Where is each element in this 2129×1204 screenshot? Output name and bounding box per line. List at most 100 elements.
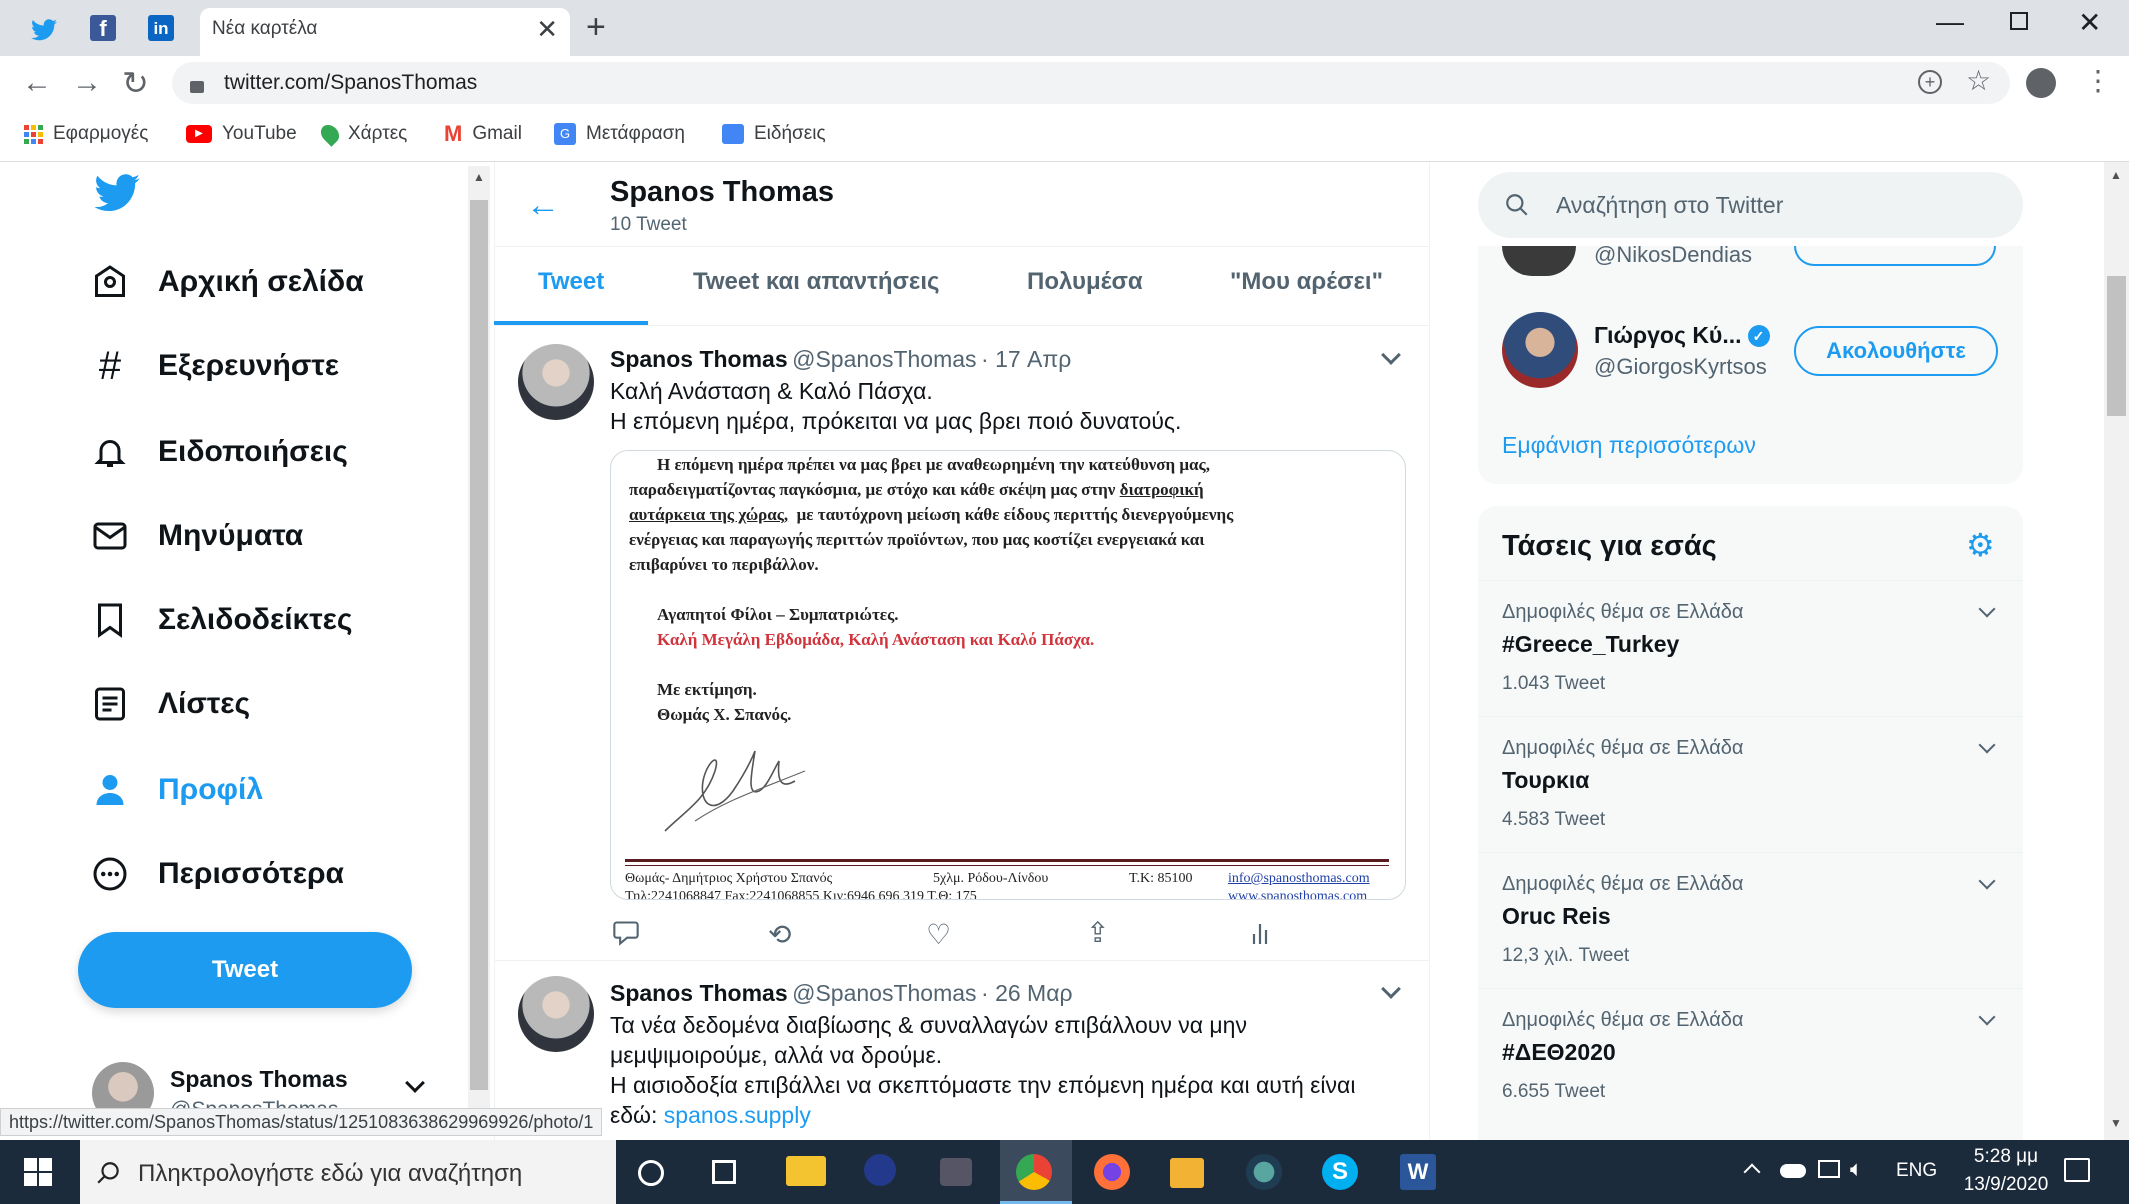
minimize-button[interactable]: —	[1936, 6, 1964, 38]
scroll-down-arrow-icon[interactable]: ▼	[2110, 1116, 2122, 1130]
follow-name[interactable]: Γιώργος Κύ... ✓	[1594, 322, 1770, 349]
reply-icon[interactable]	[612, 920, 640, 946]
skype-icon[interactable]: S	[1322, 1154, 1358, 1190]
share-icon[interactable]: ⇪	[1086, 916, 1109, 949]
back-button[interactable]: ←	[22, 66, 52, 100]
forward-button[interactable]: →	[72, 66, 102, 100]
follow-avatar[interactable]	[1502, 312, 1578, 388]
tweet-date[interactable]: · 17 Απρ	[981, 346, 1071, 372]
chevron-down-icon[interactable]	[1978, 600, 1996, 618]
volume-icon[interactable]: 🔈︎	[1850, 1156, 1863, 1182]
bookmark-maps[interactable]: Χάρτες	[317, 121, 407, 147]
reload-button[interactable]: ↻	[122, 64, 149, 102]
left-scrollbar[interactable]: ▲	[468, 166, 490, 1126]
app-dark-icon[interactable]	[940, 1158, 972, 1186]
trend-item[interactable]: Δημοφιλές θέμα σε Ελλάδα #ΔΕΘ2020 6.655 …	[1478, 988, 2023, 1124]
follow-button[interactable]	[1794, 246, 1996, 266]
nav-item-bookmarks[interactable]: Σελιδοδείκτες	[92, 594, 353, 646]
chrome-icon[interactable]	[1016, 1154, 1052, 1190]
scroll-thumb[interactable]	[2107, 276, 2126, 416]
trend-item[interactable]: Δημοφιλές θέμα σε Ελλάδα #Greece_Turkey …	[1478, 580, 2023, 716]
start-windows-icon[interactable]	[24, 1158, 52, 1186]
bookmark-translate[interactable]: G Μετάφραση	[554, 122, 685, 146]
chevron-down-icon[interactable]	[1978, 736, 1996, 754]
language-indicator[interactable]: ENG	[1896, 1160, 1937, 1182]
tweet-compose-button[interactable]: Tweet	[78, 932, 412, 1008]
scroll-up-arrow-icon[interactable]: ▲	[2110, 168, 2122, 182]
close-window-button[interactable]: ✕	[2078, 6, 2101, 39]
notification-center-icon[interactable]	[2064, 1158, 2090, 1182]
tweet-avatar[interactable]	[518, 976, 594, 1052]
back-arrow-icon[interactable]: ←	[526, 186, 560, 225]
analytics-icon[interactable]	[1250, 922, 1270, 944]
retweet-icon[interactable]: ⟲	[768, 918, 791, 951]
twitter-logo[interactable]	[94, 174, 140, 212]
task-view-icon[interactable]	[712, 1160, 736, 1184]
search-box[interactable]: Αναζήτηση στο Twitter	[1478, 172, 2023, 238]
install-icon[interactable]: +	[1918, 70, 1942, 94]
folder-app-icon[interactable]	[1170, 1158, 1204, 1188]
tweet-avatar[interactable]	[518, 344, 594, 420]
cortana-icon[interactable]	[638, 1160, 664, 1186]
active-tab[interactable]: Νέα καρτέλα ✕	[200, 8, 570, 56]
bookmark-apps[interactable]: Εφαρμογές	[24, 122, 148, 146]
close-tab-icon[interactable]: ✕	[536, 14, 558, 45]
nav-item-lists[interactable]: Λίστες	[92, 678, 250, 730]
nav-item-more[interactable]: Περισσότερα	[92, 848, 344, 900]
star-icon[interactable]: ☆	[1966, 64, 1991, 97]
network-icon[interactable]	[1818, 1160, 1840, 1178]
tweet-author-handle[interactable]: @SpanosThomas	[792, 980, 976, 1006]
taskbar-search-box[interactable]: Πληκτρολογήστε εδώ για αναζήτηση	[80, 1140, 616, 1204]
letter-footer-rule	[625, 859, 1389, 862]
pinned-tab-linkedin[interactable]: in	[148, 15, 174, 41]
settings-gear-icon[interactable]: ⚙	[1966, 526, 1995, 564]
chevron-down-icon[interactable]	[1978, 872, 1996, 890]
chevron-down-icon[interactable]	[1978, 1008, 1996, 1026]
nav-item-home[interactable]: Αρχική σελίδα	[92, 256, 364, 308]
profile-icon[interactable]	[2026, 68, 2056, 98]
tweet-date[interactable]: · 26 Μαρ	[981, 980, 1073, 1006]
nav-item-notifications[interactable]: Ειδοποιήσεις	[92, 426, 348, 478]
bookmarks-bar	[0, 110, 2129, 162]
new-tab-button[interactable]: +	[586, 10, 606, 44]
address-bar[interactable]: twitter.com/SpanosThomas	[172, 62, 2010, 104]
pinned-tab-twitter[interactable]	[22, 12, 66, 48]
restore-button[interactable]	[2010, 12, 2028, 30]
onedrive-cloud-icon[interactable]	[1780, 1164, 1806, 1178]
follow-handle[interactable]: @NikosDendias	[1594, 242, 1752, 268]
tweet-author-handle[interactable]: @SpanosThomas	[792, 346, 976, 372]
tweet-header: Spanos Thomas @SpanosThomas · 17 Απρ	[610, 346, 1071, 373]
tab-tweets-replies[interactable]: Tweet και απαντήσεις	[693, 268, 939, 296]
bookmark-gmail[interactable]: M Gmail	[444, 121, 522, 146]
tab-media[interactable]: Πολυμέσα	[1027, 268, 1143, 296]
bookmark-youtube[interactable]: ▶ YouTube	[186, 122, 297, 146]
firefox-icon[interactable]	[1094, 1154, 1130, 1190]
trend-item[interactable]: Δημοφιλές θέμα σε Ελλάδα Τουρκια 4.583 T…	[1478, 716, 2023, 852]
clock-date[interactable]: 13/9/2020	[1960, 1174, 2052, 1196]
tab-tweets[interactable]: Tweet	[538, 268, 604, 296]
show-more-link[interactable]: Εμφάνιση περισσότερων	[1502, 432, 1756, 459]
tab-likes[interactable]: "Μου αρέσει"	[1230, 268, 1383, 296]
pinned-tab-facebook[interactable]: f	[90, 15, 116, 41]
nav-item-messages[interactable]: Μηνύματα	[92, 510, 303, 562]
nav-item-explore[interactable]: # Εξερευνήστε	[92, 340, 339, 392]
app-blue-icon[interactable]	[864, 1154, 896, 1186]
nav-item-profile[interactable]: Προφίλ	[92, 764, 263, 816]
bookmark-news[interactable]: Ειδήσεις	[722, 122, 826, 146]
clock-time[interactable]: 5:28 μμ	[1960, 1146, 2052, 1168]
tweet-link[interactable]: spanos.supply	[664, 1102, 811, 1128]
follow-button[interactable]: Ακολουθήστε	[1794, 326, 1998, 376]
app-circle-icon[interactable]	[1246, 1154, 1282, 1190]
like-icon[interactable]: ♡	[926, 918, 951, 951]
trend-item[interactable]: Δημοφιλές θέμα σε Ελλάδα Oruc Reis 12,3 …	[1478, 852, 2023, 988]
follow-handle[interactable]: @GiorgosKyrtsos	[1594, 354, 1767, 380]
scroll-thumb[interactable]	[470, 200, 488, 1090]
scroll-up-arrow-icon[interactable]: ▲	[473, 170, 485, 184]
tweet-author-name[interactable]: Spanos Thomas	[610, 980, 788, 1006]
tweet-author-name[interactable]: Spanos Thomas	[610, 346, 788, 372]
file-explorer-icon[interactable]	[786, 1156, 826, 1186]
tweet-image-letter[interactable]: Η επόμενη ημέρα πρέπει να μας βρει με αν…	[610, 450, 1406, 900]
menu-icon[interactable]: ⋮	[2084, 64, 2112, 98]
page-scrollbar[interactable]: ▲ ▼	[2104, 162, 2129, 1140]
word-icon[interactable]: W	[1400, 1154, 1436, 1190]
